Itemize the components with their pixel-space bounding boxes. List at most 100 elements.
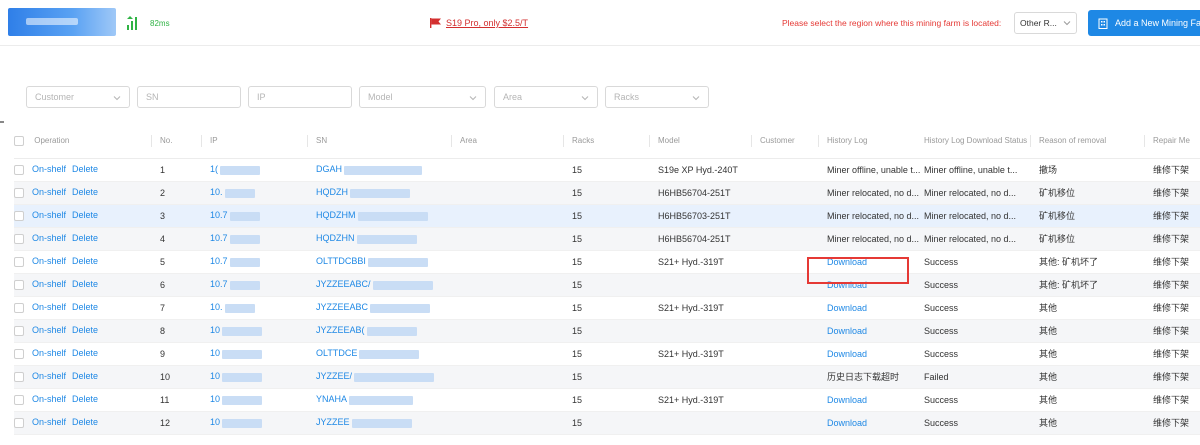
ip-value[interactable]: 10: [210, 371, 220, 381]
col-history-status-label: History Log Download Status: [924, 136, 1028, 146]
racks-filter[interactable]: Racks: [605, 86, 709, 108]
delete-link[interactable]: Delete: [72, 302, 98, 312]
no-cell: 12: [151, 411, 201, 435]
sn-value[interactable]: JYZZEE: [316, 417, 350, 427]
row-checkbox[interactable]: [14, 302, 24, 313]
ip-input[interactable]: IP: [248, 86, 352, 108]
download-link[interactable]: Download: [827, 280, 867, 290]
ip-value[interactable]: 10: [210, 417, 220, 427]
operation-cell: On-shelf Delete: [14, 342, 151, 366]
col-sn-label: SN: [316, 135, 328, 145]
ip-value[interactable]: 10.: [210, 187, 223, 197]
ip-value[interactable]: 10: [210, 348, 220, 358]
sn-value[interactable]: JYZZEEABC: [316, 302, 368, 312]
delete-link[interactable]: Delete: [72, 394, 98, 404]
on-shelf-link[interactable]: On-shelf: [32, 164, 66, 174]
customer-cell: [751, 158, 818, 182]
customer-filter[interactable]: Customer: [26, 86, 130, 108]
repair-cell: 维修下架: [1144, 342, 1200, 366]
col-history-log: History Log: [818, 124, 924, 159]
download-link[interactable]: Download: [827, 326, 867, 336]
repair-cell: 维修下架: [1144, 204, 1200, 228]
row-checkbox[interactable]: [14, 348, 24, 359]
region-select[interactable]: Other R...: [1014, 12, 1077, 34]
delete-link[interactable]: Delete: [72, 371, 98, 381]
operation-cell: On-shelf Delete: [14, 227, 151, 251]
delete-link[interactable]: Delete: [72, 256, 98, 266]
delete-link[interactable]: Delete: [72, 187, 98, 197]
racks-cell: 15: [563, 204, 649, 228]
on-shelf-link[interactable]: On-shelf: [32, 348, 66, 358]
download-link[interactable]: Download: [827, 257, 867, 267]
ip-value[interactable]: 10.7: [210, 233, 228, 243]
col-history-log-label: History Log: [827, 135, 868, 145]
ip-cell: 10.7: [201, 204, 307, 228]
delete-link[interactable]: Delete: [72, 233, 98, 243]
on-shelf-link[interactable]: On-shelf: [32, 325, 66, 335]
ip-value[interactable]: 10: [210, 325, 220, 335]
delete-link[interactable]: Delete: [72, 210, 98, 220]
ip-value[interactable]: 10.7: [210, 210, 228, 220]
ip-value[interactable]: 10.: [210, 302, 223, 312]
delete-link[interactable]: Delete: [72, 325, 98, 335]
on-shelf-link[interactable]: On-shelf: [32, 279, 66, 289]
row-checkbox[interactable]: [14, 394, 24, 405]
model-filter[interactable]: Model: [359, 86, 486, 108]
delete-link[interactable]: Delete: [72, 417, 98, 427]
sn-value[interactable]: JYZZEEAB(: [316, 325, 365, 335]
on-shelf-link[interactable]: On-shelf: [32, 187, 66, 197]
on-shelf-link[interactable]: On-shelf: [32, 417, 66, 427]
on-shelf-link[interactable]: On-shelf: [32, 371, 66, 381]
sn-cell: JYZZEEABC: [307, 296, 451, 320]
sn-value[interactable]: JYZZEE/: [316, 371, 352, 381]
sn-value[interactable]: OLTTDCBBI: [316, 256, 366, 266]
sn-value[interactable]: HQDZH: [316, 187, 348, 197]
ip-value[interactable]: 10: [210, 394, 220, 404]
row-checkbox[interactable]: [14, 187, 24, 198]
sn-value[interactable]: OLTTDCE: [316, 348, 357, 358]
row-checkbox[interactable]: [14, 164, 24, 175]
on-shelf-link[interactable]: On-shelf: [32, 233, 66, 243]
on-shelf-link[interactable]: On-shelf: [32, 394, 66, 404]
row-checkbox[interactable]: [14, 325, 24, 336]
download-link[interactable]: Download: [827, 303, 867, 313]
sn-value[interactable]: HQDZHN: [316, 233, 355, 243]
row-checkbox[interactable]: [14, 417, 24, 428]
select-all-checkbox[interactable]: [14, 135, 24, 146]
reason-cell: 其他: [1030, 319, 1144, 343]
area-filter[interactable]: Area: [494, 86, 598, 108]
promo-link[interactable]: S19 Pro, only $2.5/T: [446, 18, 528, 28]
latency-value: 82ms: [150, 19, 170, 28]
row-checkbox[interactable]: [14, 371, 24, 382]
customer-cell: [751, 181, 818, 205]
sn-value[interactable]: JYZZEEABC/: [316, 279, 371, 289]
delete-link[interactable]: Delete: [72, 164, 98, 174]
ip-cell: 10.7: [201, 273, 307, 297]
ip-value[interactable]: 10.7: [210, 279, 228, 289]
row-checkbox[interactable]: [14, 233, 24, 244]
download-link[interactable]: Download: [827, 395, 867, 405]
add-mining-farm-button[interactable]: Add a New Mining Fa: [1088, 10, 1200, 36]
sn-input[interactable]: SN: [137, 86, 241, 108]
table-header: Operation No. IP SN Area Racks Model Cus…: [14, 124, 1200, 159]
sn-value[interactable]: YNAHA: [316, 394, 347, 404]
download-link[interactable]: Download: [827, 349, 867, 359]
delete-link[interactable]: Delete: [72, 279, 98, 289]
row-checkbox[interactable]: [14, 256, 24, 267]
ip-value[interactable]: 1(: [210, 164, 218, 174]
sn-value[interactable]: HQDZHM: [316, 210, 356, 220]
repair-cell: 维修下架: [1144, 388, 1200, 412]
on-shelf-link[interactable]: On-shelf: [32, 210, 66, 220]
on-shelf-link[interactable]: On-shelf: [32, 302, 66, 312]
redacted-ip: [222, 395, 263, 405]
chevron-down-icon: [1063, 21, 1071, 26]
history-log-cell: Miner offline, unable t...: [818, 158, 924, 182]
ip-value[interactable]: 10.7: [210, 256, 228, 266]
download-link[interactable]: Download: [827, 418, 867, 428]
promo-banner[interactable]: S19 Pro, only $2.5/T: [430, 17, 528, 29]
delete-link[interactable]: Delete: [72, 348, 98, 358]
row-checkbox[interactable]: [14, 279, 24, 290]
row-checkbox[interactable]: [14, 210, 24, 221]
on-shelf-link[interactable]: On-shelf: [32, 256, 66, 266]
sn-value[interactable]: DGAH: [316, 164, 342, 174]
